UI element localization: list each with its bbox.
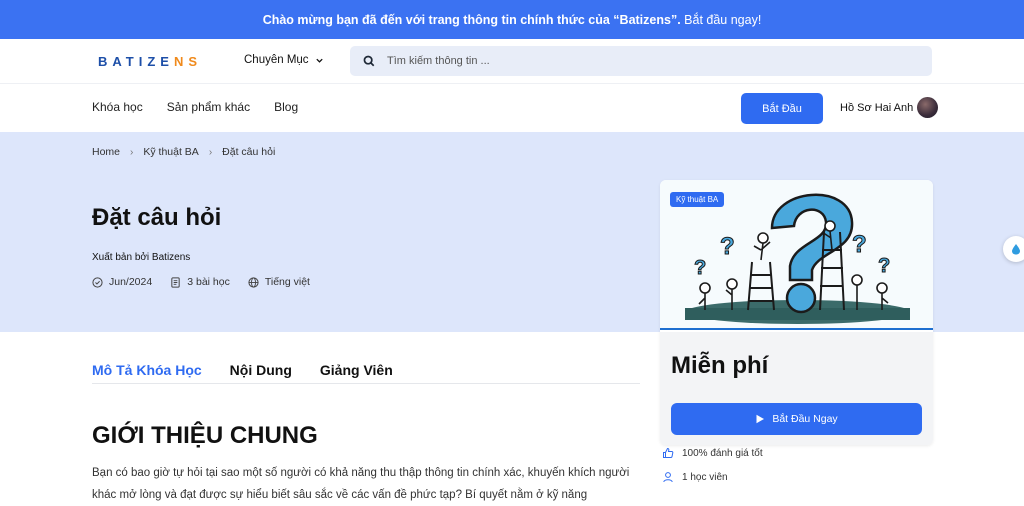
announcement-banner: Chào mừng bạn đã đến với trang thông tin… (0, 0, 1024, 39)
svg-text:?: ? (694, 257, 706, 279)
clock-check-icon (92, 276, 103, 288)
breadcrumb-category[interactable]: Kỹ thuật BA (143, 146, 198, 158)
page-title: Đặt câu hỏi (92, 204, 222, 231)
category-tag: Kỹ thuật BA (670, 192, 725, 207)
chevron-down-icon (315, 58, 323, 63)
breadcrumb-current: Đặt câu hỏi (222, 146, 276, 158)
svg-text:?: ? (852, 231, 867, 258)
svg-text:?: ? (720, 233, 735, 260)
course-thumbnail[interactable]: ? ? ? ? Kỹ thuật BA (660, 180, 933, 330)
nav-item-other-products[interactable]: Sản phẩm khác (167, 100, 250, 114)
svg-text:?: ? (878, 255, 890, 277)
course-tabs: Mô Tả Khóa Học Nội Dung Giảng Viên (92, 362, 640, 384)
category-dropdown[interactable]: Chuyên Mục (244, 54, 324, 66)
thumbs-up-icon (663, 447, 674, 458)
play-icon (756, 414, 765, 424)
section-paragraph: Bạn có bao giờ tự hỏi tại sao một số ngư… (92, 467, 630, 501)
enroll-button-label: Bắt Đầu Ngay (772, 413, 838, 425)
tab-description[interactable]: Mô Tả Khóa Học (92, 362, 202, 383)
search-input[interactable] (387, 55, 787, 67)
search-bar[interactable] (350, 46, 932, 76)
user-icon (663, 472, 673, 483)
top-bar: BATIZENS Chuyên Mục (0, 39, 1024, 84)
course-date: Jun/2024 (109, 276, 153, 288)
category-label: Chuyên Mục (244, 54, 309, 66)
course-author: Xuất bản bởi Batizens (92, 252, 191, 263)
section-heading: GIỚI THIỆU CHUNG (92, 422, 318, 449)
main-nav: Khóa học Sản phẩm khác Blog Bắt Đầu Hồ S… (0, 84, 1024, 132)
price-panel: Miễn phí Bắt Đầu Ngay (660, 332, 933, 445)
rating-stat: 100% đánh giá tốt (662, 447, 763, 459)
enroll-button[interactable]: Bắt Đầu Ngay (671, 403, 922, 435)
logo-text: BATIZENS (98, 54, 203, 69)
profile-menu[interactable]: Hồ Sơ Hai Anh (840, 97, 939, 118)
banner-text: Chào mừng bạn đã đến với trang thông tin… (262, 12, 681, 27)
course-language: Tiếng việt (264, 276, 310, 288)
tab-instructor[interactable]: Giảng Viên (320, 362, 393, 383)
students-stat: 1 học viên (662, 471, 728, 483)
water-drop-icon (1012, 244, 1020, 255)
rating-text: 100% đánh giá tốt (682, 447, 763, 459)
floating-widget-button[interactable] (1003, 236, 1024, 262)
nav-item-blog[interactable]: Blog (274, 100, 298, 114)
breadcrumb: Home › Kỹ thuật BA › Đặt câu hỏi (92, 146, 275, 158)
avatar (917, 97, 939, 118)
chevron-right-icon: › (208, 146, 213, 158)
logo[interactable]: BATIZENS (98, 54, 202, 69)
search-icon (363, 55, 375, 67)
breadcrumb-home[interactable]: Home (92, 146, 120, 158)
lessons-icon (171, 276, 180, 288)
course-meta: Jun/2024 3 bài học Tiếng việt (92, 276, 310, 288)
tab-content[interactable]: Nội Dung (230, 362, 292, 383)
course-lessons: 3 bài học (187, 276, 230, 288)
nav-item-courses[interactable]: Khóa học (92, 100, 143, 114)
globe-icon (248, 276, 259, 288)
start-button[interactable]: Bắt Đầu (741, 93, 823, 124)
students-text: 1 học viên (682, 471, 728, 483)
course-card: ? ? ? ? Kỹ thuật BA Miễn phí Bắt Đầu Nga… (660, 180, 933, 445)
course-price: Miễn phí (671, 352, 769, 379)
chevron-right-icon: › (130, 146, 134, 158)
profile-name: Hồ Sơ Hai Anh (840, 101, 914, 114)
banner-cta-link[interactable]: Bắt đầu ngay! (684, 13, 761, 27)
